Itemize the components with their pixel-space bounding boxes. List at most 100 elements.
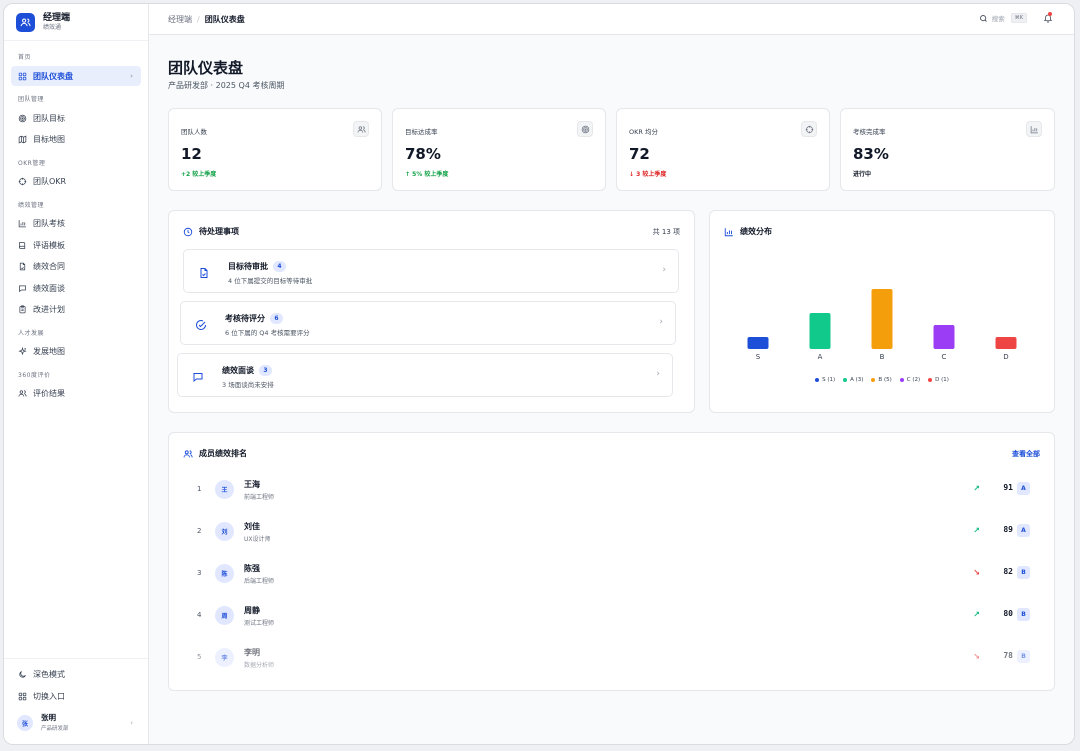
app-window: 经理端 绩效通 首页 团队仪表盘 › 团队管理 团队目标 目标地图 OKR管理: [3, 3, 1075, 745]
todo-card-title: 待处理事项: [183, 226, 239, 237]
x-tick-label: B: [880, 353, 885, 361]
sidebar-item-label: 改进计划: [33, 305, 65, 314]
brand-subtitle: 绩效通: [43, 23, 62, 31]
search-button[interactable]: 搜索 ⌘K: [979, 13, 1027, 23]
sidebar-item-improvement-plan[interactable]: 改进计划: [11, 300, 141, 320]
stat-value: 78%: [405, 145, 441, 163]
chevron-right-icon: ›: [662, 265, 666, 275]
stat-delta: ↓ 3 较上季度: [629, 171, 667, 178]
sidebar: 经理端 绩效通 首页 团队仪表盘 › 团队管理 团队目标 目标地图 OKR管理: [4, 4, 149, 744]
todo-item-title: 考核待评分 6: [225, 313, 283, 324]
sparkle-icon: [18, 347, 27, 356]
sidebar-item-team-okr[interactable]: 团队OKR: [11, 172, 141, 192]
dashboard-icon: [18, 72, 27, 80]
search-label: 搜索: [991, 15, 1005, 23]
clock-icon: [183, 227, 193, 236]
rank-number: 3: [197, 569, 202, 577]
trend-down-icon: ↘: [973, 568, 980, 577]
trend-down-icon: ↘: [973, 652, 980, 661]
sidebar-item-comment-templates[interactable]: 评语模板: [11, 235, 141, 255]
grid-icon: [18, 692, 27, 700]
sidebar-item-label: 团队考核: [33, 219, 65, 228]
chart-legend: S (1) A (3) B (5) C (2) D (1): [710, 377, 1054, 383]
sidebar-item-performance-contract[interactable]: 绩效合同: [11, 257, 141, 277]
rank-number: 5: [197, 653, 202, 661]
todo-item-interview[interactable]: 绩效面谈 3 3 场面谈尚未安排 ›: [177, 353, 673, 397]
legend-item: B (5): [871, 377, 892, 383]
stat-value: 83%: [853, 145, 889, 163]
stat-card-goal-rate: 目标达成率 78% ↑ 5% 较上季度: [392, 108, 606, 191]
rank-number: 4: [197, 611, 202, 619]
sidebar-item-goal-map[interactable]: 目标地图: [11, 130, 141, 150]
breadcrumb-root[interactable]: 经理端: [168, 14, 192, 25]
user-department: 产品研发部: [41, 725, 69, 732]
map-icon: [18, 135, 27, 144]
stat-label: 目标达成率: [405, 128, 438, 136]
todo-item-title-text: 目标待审批: [228, 262, 268, 271]
stat-card-okr-average: OKR 均分 72 ↓ 3 较上季度: [616, 108, 830, 191]
todo-item-description: 4 位下属提交的目标等待审批: [228, 277, 313, 285]
member-role: 数据分析师: [244, 662, 275, 669]
grade-badge: B: [1017, 566, 1030, 579]
nav-group-360: 360度评价: [18, 371, 51, 379]
avatar: 刘: [215, 522, 234, 541]
table-row[interactable]: 5 李 李明 数据分析师 ↘ 78 B: [183, 641, 1040, 677]
member-name: 周静: [244, 606, 260, 615]
table-row[interactable]: 1 王 王海 前端工程师 ↗ 91 A: [183, 473, 1040, 509]
stat-card-review-completion: 考核完成率 83% 进行中: [840, 108, 1055, 191]
sidebar-item-label: 团队仪表盘: [33, 71, 73, 81]
legend-dot-icon: [843, 378, 848, 382]
ranking-card-title: 成员绩效排名: [183, 448, 247, 459]
sidebar-item-development-map[interactable]: 发展地图: [11, 342, 141, 362]
x-tick-label: S: [756, 353, 761, 361]
sidebar-item-review-results[interactable]: 评价结果: [11, 384, 141, 404]
sidebar-item-team-review[interactable]: 团队考核: [11, 214, 141, 234]
sidebar-item-label: 团队目标: [33, 113, 65, 123]
sidebar-item-team-dashboard[interactable]: 团队仪表盘 ›: [11, 66, 141, 86]
rank-number: 2: [197, 527, 202, 535]
stat-delta: 进行中: [853, 171, 872, 178]
dark-mode-toggle[interactable]: 深色模式: [11, 665, 141, 685]
trend-up-icon: ↗: [973, 610, 980, 619]
member-score: 82: [1003, 567, 1013, 576]
count-badge: 6: [270, 313, 283, 324]
avatar: 张: [17, 715, 33, 731]
sidebar-item-team-goals[interactable]: 团队目标: [11, 108, 141, 128]
search-icon: [979, 14, 987, 22]
users-icon: [353, 121, 369, 137]
bar-B: [871, 289, 893, 349]
brand[interactable]: 经理端 绩效通: [4, 4, 148, 41]
legend-item: D (1): [928, 377, 949, 383]
contract-icon: [19, 262, 26, 271]
sidebar-item-label: 目标地图: [33, 135, 65, 144]
member-name: 李明: [244, 648, 260, 657]
table-row[interactable]: 4 周 周静 测试工程师 ↗ 80 B: [183, 599, 1040, 635]
stat-delta: ↑ 5% 较上季度: [405, 171, 449, 178]
bar-C: [933, 325, 955, 349]
sidebar-nav: 首页 团队仪表盘 › 团队管理 团队目标 目标地图 OKR管理 团队OKR 绩效…: [4, 41, 148, 404]
chevron-right-icon: ›: [130, 72, 133, 80]
switch-entry-button[interactable]: 切换入口: [11, 686, 141, 706]
ranking-title-text: 成员绩效排名: [199, 449, 247, 458]
bar-D: [995, 337, 1017, 349]
ranking-card: 成员绩效排名 查看全部 1 王 王海 前端工程师 ↗ 91 A 2 刘 刘佳 U…: [168, 432, 1055, 691]
view-all-link[interactable]: 查看全部: [1012, 449, 1040, 459]
check-circle-icon: [195, 316, 207, 335]
stat-card-team-size: 团队人数 12 +2 较上季度: [168, 108, 382, 191]
trend-up-icon: ↗: [973, 484, 980, 493]
member-name: 王海: [244, 480, 260, 489]
todo-item-goal-approval[interactable]: 目标待审批 4 4 位下属提交的目标等待审批 ›: [183, 249, 679, 293]
stat-label: 考核完成率: [853, 128, 886, 136]
todo-item-review-scoring[interactable]: 考核待评分 6 6 位下属的 Q4 考核需要评分 ›: [180, 301, 676, 345]
bar-A: [809, 313, 831, 349]
users-icon: [183, 449, 193, 457]
topbar: 经理端 / 团队仪表盘 搜索 ⌘K: [149, 4, 1074, 35]
sidebar-item-performance-interview[interactable]: 绩效面谈: [11, 278, 141, 298]
legend-label: A (3): [850, 377, 864, 383]
breadcrumb-current: 团队仪表盘: [204, 14, 245, 24]
table-row[interactable]: 2 刘 刘佳 UX设计师 ↗ 89 A: [183, 515, 1040, 551]
todo-item-description: 6 位下属的 Q4 考核需要评分: [225, 329, 310, 337]
todo-count: 共 13 项: [652, 228, 680, 236]
table-row[interactable]: 3 陈 陈强 后端工程师 ↘ 82 B: [183, 557, 1040, 593]
user-profile[interactable]: 张 张明 产品研发部 ›: [11, 712, 141, 734]
